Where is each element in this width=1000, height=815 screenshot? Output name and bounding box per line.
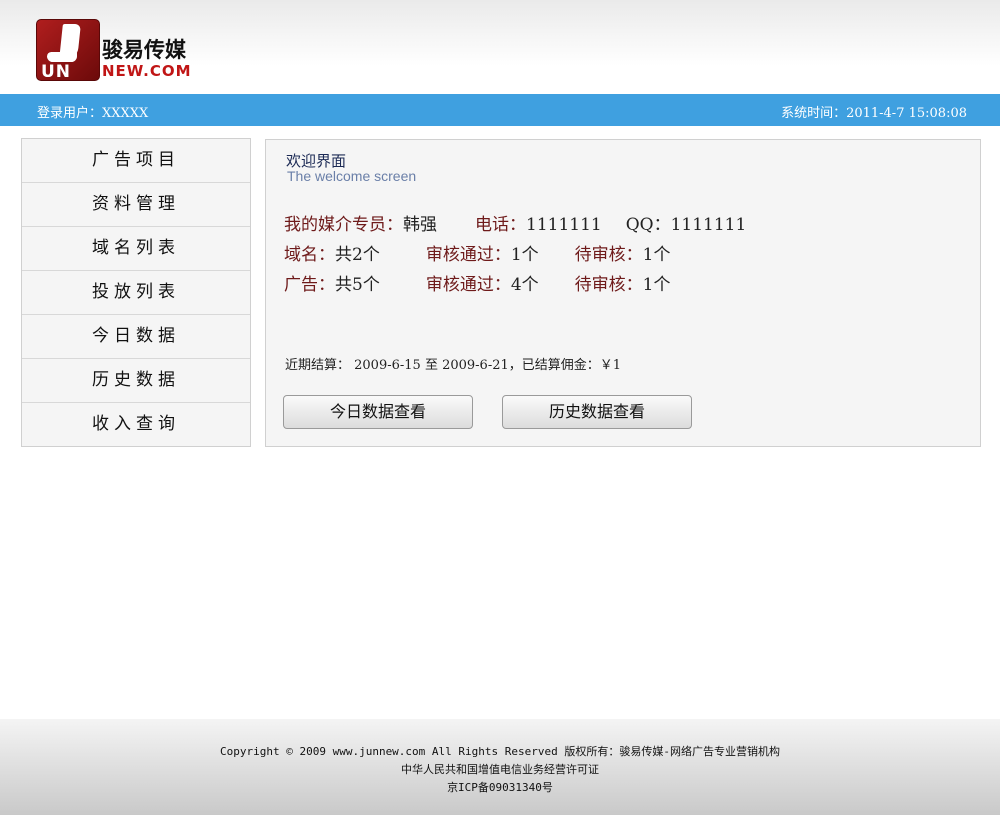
logo-mark-text: UN [41,62,72,82]
page-subtitle: The welcome screen [287,168,417,184]
sidebar-item-placement-list[interactable]: 投放列表 [22,271,250,315]
domain-pending-label: 待审核： [574,245,643,265]
phone-label: 电话： [475,215,526,235]
contact-info-row: 我的媒介专员：韩强 电话：1111111 QQ：1111111 [284,210,746,235]
ad-label: 广告： [284,275,335,295]
welcome-panel: 欢迎界面 The welcome screen 我的媒介专员：韩强 电话：1111… [265,139,981,447]
domain-total: 共2个 [335,245,380,265]
info-bar: 登录用户：XXXXX 系统时间：2011-4-7 15:08:08 [0,94,1000,126]
login-user: 登录用户：XXXXX [37,106,149,121]
logo-mark-icon: UN [36,19,100,82]
ad-pending-label: 待审核： [574,275,643,295]
sidebar-item-ad-projects[interactable]: 广告项目 [22,139,250,183]
domain-stats-row: 域名：共2个 审核通过：1个 待审核：1个 [284,240,670,265]
ad-total: 共5个 [335,275,380,295]
system-time: 系统时间：2011-4-7 15:08:08 [781,106,967,121]
sidebar-item-domain-list[interactable]: 域名列表 [22,227,250,271]
ad-pending: 1个 [642,275,671,295]
sidebar-item-income-query[interactable]: 收入查询 [22,403,250,447]
domain-approved-label: 审核通过： [425,245,511,265]
sidebar-item-profile-management[interactable]: 资料管理 [22,183,250,227]
sidebar-item-history-data[interactable]: 历史数据 [22,359,250,403]
footer-icp: 京ICP备09031340号 [447,781,553,794]
phone-value: 1111111 [526,215,602,235]
sidebar-nav: 广告项目 资料管理 域名列表 投放列表 今日数据 历史数据 收入查询 [21,138,251,447]
domain-approved: 1个 [510,245,539,265]
view-history-data-button[interactable]: 历史数据查看 [502,395,692,429]
logo-domain: NEW.COM [102,62,192,80]
qq-value: 1111111 [670,215,747,235]
specialist-label: 我的媒介专员： [284,215,403,235]
settlement-info: 近期结算： 2009-6-15 至 2009-6-21，已结算佣金：￥1 [285,358,622,373]
footer-license: 中华人民共和国增值电信业务经营许可证 [401,763,599,776]
ad-approved-label: 审核通过： [425,275,511,295]
header: UN 骏易传媒 NEW.COM [0,0,1000,94]
sidebar-item-today-data[interactable]: 今日数据 [22,315,250,359]
logo[interactable]: UN 骏易传媒 NEW.COM [36,18,191,82]
ad-stats-row: 广告：共5个 审核通过：4个 待审核：1个 [284,270,670,295]
specialist-name: 韩强 [403,215,437,235]
domain-pending: 1个 [642,245,671,265]
qq-label: QQ： [625,215,671,235]
footer: Copyright © 2009 www.junnew.com All Righ… [0,719,1000,815]
domain-label: 域名： [284,245,335,265]
logo-name: 骏易传媒 [102,38,186,62]
footer-copyright: Copyright © 2009 www.junnew.com All Righ… [220,745,780,758]
view-today-data-button[interactable]: 今日数据查看 [283,395,473,429]
ad-approved: 4个 [510,275,539,295]
